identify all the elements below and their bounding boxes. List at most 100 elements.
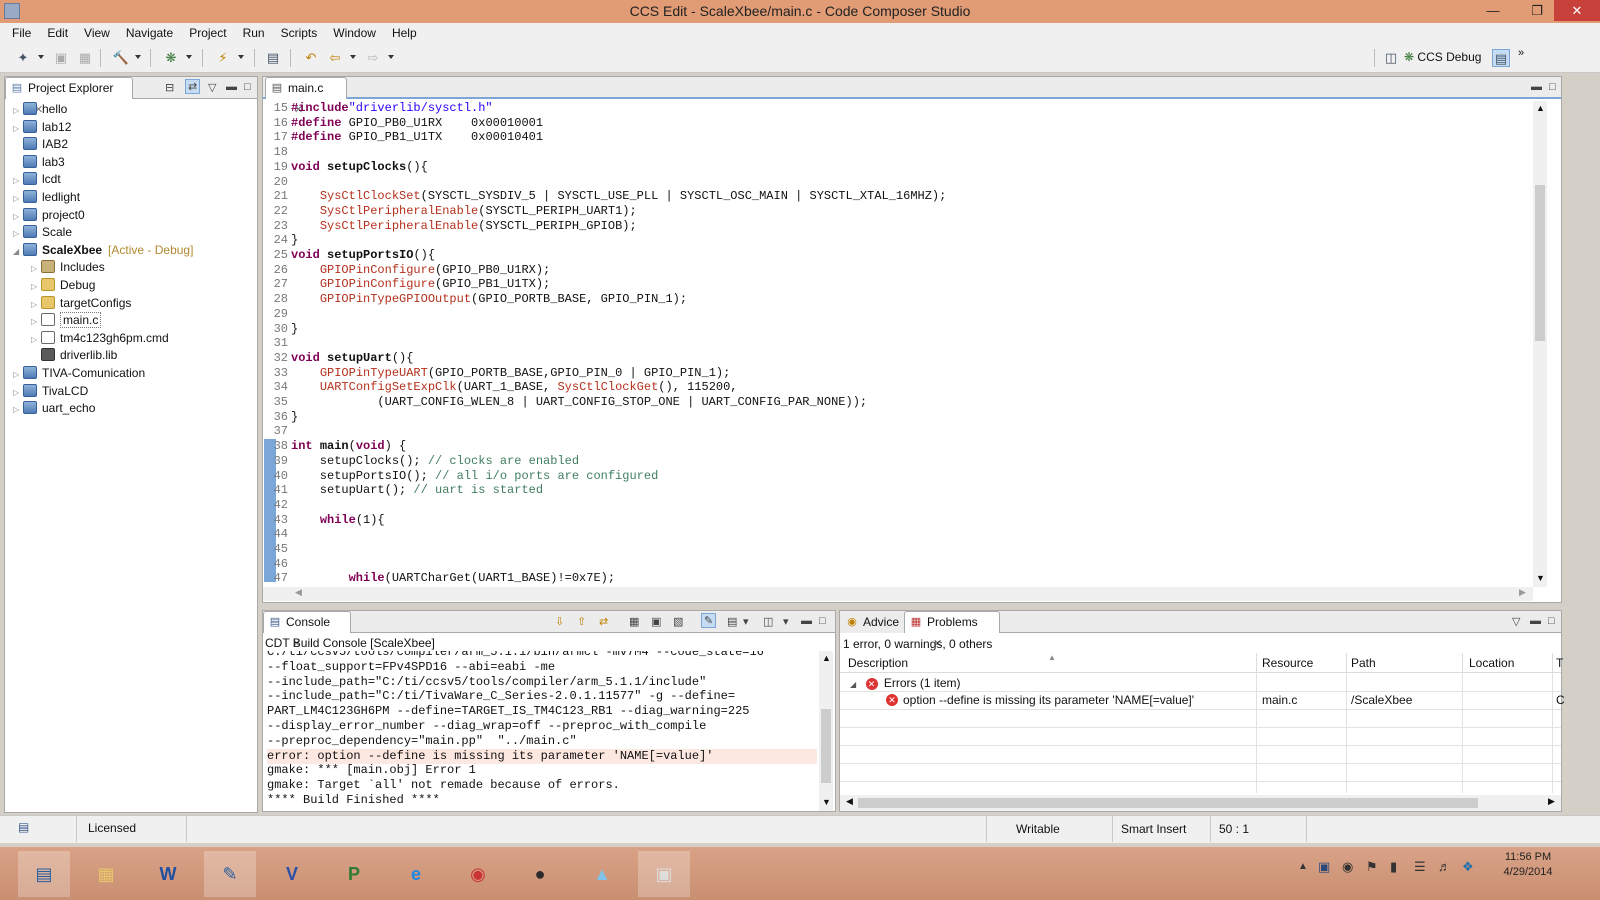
column-resource[interactable]: Resource — [1262, 656, 1313, 670]
flash-dropdown-icon[interactable] — [238, 55, 244, 59]
restore-button[interactable]: ❐ — [1522, 0, 1552, 21]
previous-error-icon[interactable]: ⇧ — [577, 615, 586, 628]
view-menu-icon[interactable]: ▽ — [1512, 615, 1520, 628]
menu-navigate[interactable]: Navigate — [118, 26, 181, 40]
editor-scroll-thumb[interactable] — [1535, 185, 1545, 341]
collapsed-triangle-icon[interactable]: ▷ — [31, 331, 41, 348]
open-console-dropdown-icon[interactable]: ▾ — [783, 615, 789, 628]
column-location[interactable]: Location — [1469, 656, 1514, 670]
view-menu-icon[interactable]: ▽ — [208, 81, 216, 94]
tree-item[interactable]: ▷ TivaLCD — [13, 383, 88, 400]
forward-dropdown-icon[interactable] — [388, 55, 394, 59]
volume-icon[interactable]: ♬ — [1438, 859, 1451, 874]
collapsed-triangle-icon[interactable]: ▷ — [13, 190, 23, 207]
save-all-icon[interactable]: ▦ — [76, 49, 94, 67]
editor-horizontal-scrollbar[interactable]: ◀ ▶ — [263, 587, 1533, 601]
scroll-up-icon[interactable]: ▲ — [1536, 103, 1545, 113]
code-area[interactable]: 15 #include"driverlib/sysctl.h" 16 #define … — [263, 101, 1531, 586]
collapsed-triangle-icon[interactable]: ▷ — [13, 120, 23, 137]
show-hidden-icons-icon[interactable]: ▲ — [1298, 861, 1308, 872]
open-perspective-icon[interactable]: ◫ — [1382, 49, 1400, 67]
action-center-flag-icon[interactable]: ⚑ — [1366, 859, 1378, 875]
column-path[interactable]: Path — [1351, 656, 1376, 670]
word-app-icon[interactable]: W — [142, 851, 194, 897]
minimize-button[interactable]: — — [1478, 0, 1508, 21]
more-perspectives-icon[interactable]: » — [1518, 47, 1524, 59]
chrome-app-icon[interactable]: ◉ — [452, 851, 504, 897]
scroll-right-icon[interactable]: ▶ — [1519, 587, 1526, 598]
3d-app-icon[interactable]: ▣ — [638, 851, 690, 897]
collapsed-triangle-icon[interactable]: ▷ — [31, 278, 41, 295]
tree-item[interactable]: ▷ Includes — [31, 259, 105, 276]
menu-view[interactable]: View — [76, 26, 118, 40]
expanded-triangle-icon[interactable]: ◢ — [13, 243, 23, 260]
tree-item[interactable]: ▷ TIVA-Comunication — [13, 365, 145, 382]
editor-vertical-scrollbar[interactable]: ▲ ▼ — [1533, 101, 1547, 587]
display-console-icon[interactable]: ▤ — [727, 615, 737, 628]
minimize-view-icon[interactable]: ▬ — [1531, 81, 1542, 93]
console-scroll-thumb[interactable] — [821, 709, 831, 783]
new-dropdown-icon[interactable] — [38, 55, 44, 59]
project-app-icon[interactable]: P — [328, 851, 380, 897]
link-editor-icon[interactable]: ⇄ — [185, 79, 201, 94]
tab-console[interactable]: ▤ Console ✕ — [263, 611, 351, 650]
scroll-left-icon[interactable]: ◀ — [295, 587, 302, 598]
display-console-dropdown-icon[interactable]: ▾ — [743, 615, 749, 628]
network-icon[interactable]: ☰ — [1414, 859, 1426, 875]
maximize-view-icon[interactable]: □ — [819, 615, 826, 627]
console-output[interactable]: C:/ti/ccsv5/tools/compiler/arm_5.1.1/bin… — [263, 651, 817, 811]
debug-dropdown-icon[interactable] — [186, 55, 192, 59]
back-icon[interactable]: ⇦ — [326, 49, 344, 67]
menu-help[interactable]: Help — [384, 26, 425, 40]
dropbox-icon[interactable]: ❖ — [1462, 859, 1474, 875]
scroll-up-icon[interactable]: ▲ — [822, 653, 831, 663]
problem-row[interactable]: ✕ option --define is missing its paramet… — [840, 692, 1565, 709]
maximize-view-icon[interactable]: □ — [1549, 81, 1556, 93]
column-description[interactable]: Description — [848, 656, 908, 670]
flash-icon[interactable]: ⚡ — [214, 49, 232, 67]
collapsed-triangle-icon[interactable]: ▷ — [13, 366, 23, 383]
scroll-right-icon[interactable]: ▶ — [1548, 796, 1555, 807]
clear-console-icon[interactable]: ▧ — [673, 615, 683, 628]
maximize-view-icon[interactable]: □ — [1548, 615, 1555, 627]
scroll-down-icon[interactable]: ▼ — [822, 797, 831, 807]
tab-problems[interactable]: ▦ Problems ✕ — [904, 611, 1000, 650]
errors-group-row[interactable]: ◢ ✕ Errors (1 item) — [850, 675, 961, 691]
tree-item[interactable]: ▷ main.c — [31, 312, 102, 329]
collapsed-triangle-icon[interactable]: ▷ — [31, 260, 41, 277]
tree-item[interactable]: ▷ lab12 — [13, 119, 71, 136]
save-icon[interactable]: ▣ — [52, 49, 70, 67]
minimize-view-icon[interactable]: ▬ — [226, 81, 237, 93]
console-vertical-scrollbar[interactable]: ▲ ▼ — [819, 651, 833, 811]
collapsed-triangle-icon[interactable]: ▷ — [31, 296, 41, 313]
scroll-left-icon[interactable]: ◀ — [846, 796, 853, 807]
copy-icon[interactable]: ▣ — [651, 615, 661, 628]
back-dropdown-icon[interactable] — [350, 55, 356, 59]
tab-advice[interactable]: ◉ Advice — [840, 611, 904, 633]
internet-explorer-icon[interactable]: e — [390, 851, 442, 897]
collapsed-triangle-icon[interactable]: ▷ — [13, 225, 23, 242]
problems-horizontal-scrollbar[interactable]: ◀ ▶ — [840, 795, 1561, 811]
visio-app-icon[interactable]: V — [266, 851, 318, 897]
perspective-ccs-debug[interactable]: ❋ CCS Debug — [1404, 50, 1481, 64]
collapsed-triangle-icon[interactable]: ▷ — [13, 172, 23, 189]
last-edit-icon[interactable]: ↶ — [302, 49, 320, 67]
collapsed-triangle-icon[interactable]: ▷ — [13, 384, 23, 401]
spotify-app-icon[interactable]: ● — [514, 851, 566, 897]
forward-icon[interactable]: ⇨ — [364, 49, 382, 67]
terminal-icon[interactable]: ▤ — [264, 49, 282, 67]
new-icon[interactable]: ✦ — [14, 49, 32, 67]
maximize-view-icon[interactable]: □ — [244, 81, 251, 93]
open-console-icon[interactable]: ◫ — [763, 615, 773, 628]
expanded-triangle-icon[interactable]: ◢ — [850, 680, 856, 689]
tree-item[interactable]: ▷ ledlight — [13, 189, 80, 206]
tree-item[interactable]: ▷ uart_echo — [13, 400, 95, 417]
tree-item[interactable]: ◢ ScaleXbee [Active - Debug] — [13, 242, 193, 259]
collapsed-triangle-icon[interactable]: ▷ — [13, 401, 23, 418]
minimize-view-icon[interactable]: ▬ — [801, 615, 812, 627]
tree-item[interactable]: ▷ Debug — [31, 277, 95, 294]
menu-scripts[interactable]: Scripts — [273, 26, 326, 40]
build-dropdown-icon[interactable] — [135, 55, 141, 59]
explorer-app-icon[interactable]: ▤ — [18, 851, 70, 897]
ccs-app-icon[interactable]: ✎ — [204, 851, 256, 897]
